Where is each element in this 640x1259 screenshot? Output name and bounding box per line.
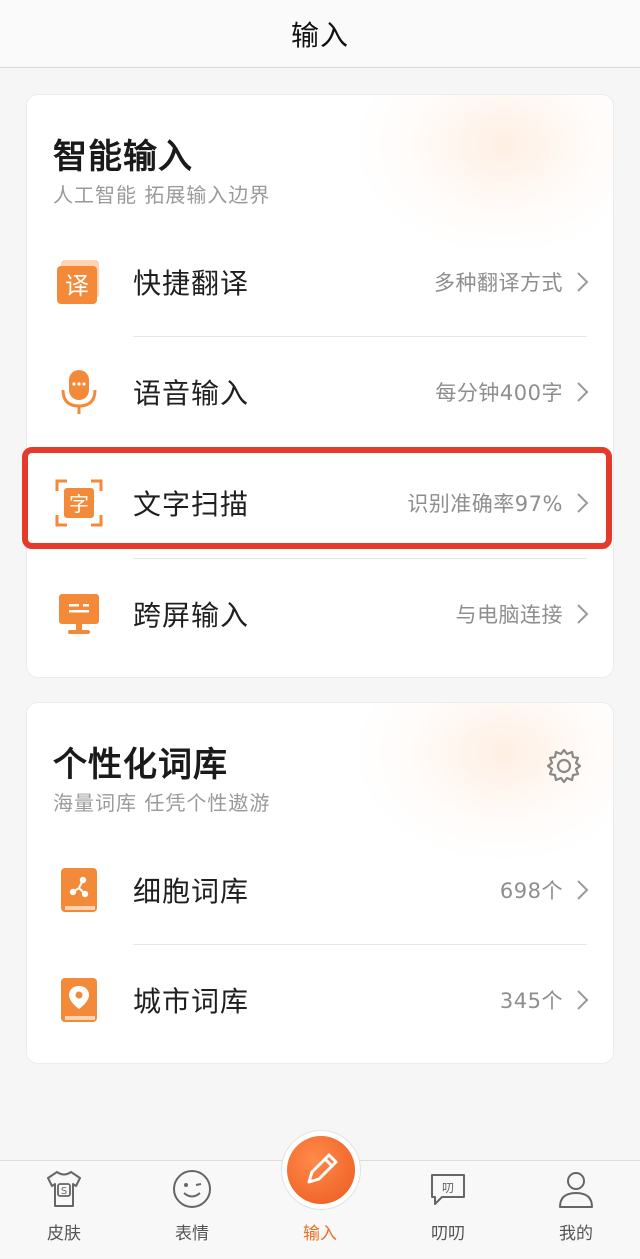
row-meta: 每分钟400字 <box>435 381 563 405</box>
chevron-right-icon <box>577 493 589 513</box>
pencil-icon <box>307 1153 338 1184</box>
dictionary-subtitle: 海量词库 任凭个性遨游 <box>53 791 271 815</box>
tab-label: 输入 <box>303 1224 337 1244</box>
svg-text:S: S <box>61 1186 67 1197</box>
chevron-right-icon <box>577 604 589 624</box>
monitor-icon <box>59 594 99 634</box>
tab-label: 皮肤 <box>47 1224 81 1244</box>
tab-mine[interactable]: 我的 <box>526 1161 626 1259</box>
tab-emoji[interactable]: 表情 <box>142 1161 242 1259</box>
row-meta: 多种翻译方式 <box>434 271 563 295</box>
microphone-icon <box>61 370 97 414</box>
gear-icon[interactable] <box>545 747 583 785</box>
row-meta: 识别准确率97% <box>407 492 563 516</box>
row-voice-input[interactable]: 语音输入 每分钟400字 <box>27 337 613 447</box>
smiley-icon <box>173 1170 211 1208</box>
text-scan-icon: 字 <box>55 479 103 527</box>
tab-daodao[interactable]: 叨 叨叨 <box>398 1161 498 1259</box>
user-icon <box>559 1172 593 1208</box>
svg-text:字: 字 <box>69 492 89 516</box>
chevron-right-icon <box>577 382 589 402</box>
row-label: 城市词库 <box>133 985 250 1018</box>
row-text-scan[interactable]: 字 文字扫描 识别准确率97% <box>27 448 613 558</box>
row-quick-translate[interactable]: 译 快捷翻译 多种翻译方式 <box>27 227 613 337</box>
tshirt-icon: S <box>47 1171 81 1207</box>
dictionary-card: 个性化词库 海量词库 任凭个性遨游 细胞词库 698个 城市词库 345个 <box>26 702 614 1064</box>
chevron-right-icon <box>577 880 589 900</box>
tab-skin[interactable]: S 皮肤 <box>14 1161 114 1259</box>
row-cell-dictionary[interactable]: 细胞词库 698个 <box>27 835 613 945</box>
chevron-right-icon <box>577 272 589 292</box>
tab-label: 我的 <box>559 1224 593 1244</box>
row-label: 文字扫描 <box>133 488 250 521</box>
row-meta: 345个 <box>499 989 563 1013</box>
smart-input-card: 智能输入 人工智能 拓展输入边界 译 快捷翻译 多种翻译方式 语音输入 每分钟4… <box>26 94 614 678</box>
row-city-dictionary[interactable]: 城市词库 345个 <box>27 945 613 1055</box>
cell-dictionary-icon <box>61 868 97 912</box>
smart-input-title: 智能输入 <box>53 137 193 177</box>
translate-icon: 译 <box>57 260 99 304</box>
tab-label: 表情 <box>175 1224 209 1244</box>
row-label: 跨屏输入 <box>133 599 250 632</box>
input-fab-button[interactable] <box>287 1136 355 1204</box>
dictionary-title: 个性化词库 <box>53 745 228 785</box>
city-dictionary-icon <box>61 978 97 1022</box>
row-label: 语音输入 <box>133 377 250 410</box>
tab-label: 叨叨 <box>431 1224 465 1244</box>
smart-input-subtitle: 人工智能 拓展输入边界 <box>53 183 271 207</box>
row-meta: 与电脑连接 <box>455 603 563 627</box>
row-label: 细胞词库 <box>133 875 250 908</box>
chat-bubble-icon: 叨 <box>431 1174 465 1205</box>
row-cross-screen-input[interactable]: 跨屏输入 与电脑连接 <box>27 559 613 669</box>
svg-text:叨: 叨 <box>442 1181 454 1195</box>
row-meta: 698个 <box>499 879 563 903</box>
top-navbar: 输入 <box>0 0 640 68</box>
chevron-right-icon <box>577 990 589 1010</box>
row-label: 快捷翻译 <box>133 267 250 300</box>
svg-text:译: 译 <box>65 272 89 300</box>
page-title: 输入 <box>290 18 349 52</box>
